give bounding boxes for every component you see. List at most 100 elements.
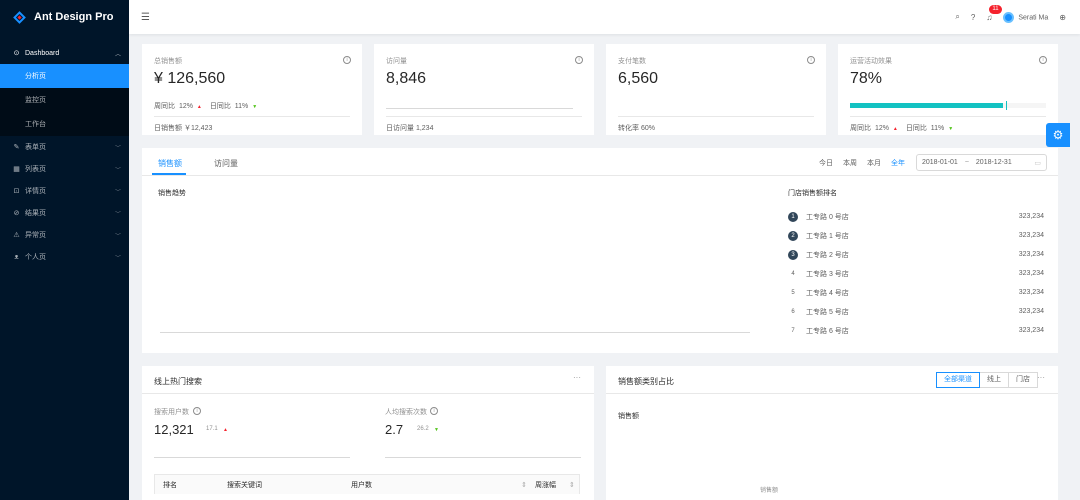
menu-fold-icon[interactable]: ☰ (141, 12, 150, 23)
trend-value: 12% (874, 125, 889, 132)
campaign-progress (850, 101, 1046, 110)
chevron-down-icon: ﹀ (114, 145, 121, 152)
chevron-down-icon: ﹀ (114, 211, 121, 218)
sidebar-item-list[interactable]: ▦ 列表页 ﹀ (0, 158, 129, 180)
sidebar-item-label: 详情页 (25, 188, 46, 195)
info-circle-icon[interactable]: i (343, 56, 351, 64)
gear-icon: ⚙ (1052, 128, 1064, 142)
divider (154, 116, 350, 117)
stat-value: ¥ 126,560 (154, 70, 226, 87)
chevron-up-icon: ︿ (114, 51, 121, 58)
search-users-mini-chart (154, 457, 350, 458)
search-table: 排名 搜索关键词 用户数 ⇕ 周涨幅 ⇕ (154, 474, 580, 494)
info-circle-icon[interactable]: i (1039, 56, 1047, 64)
warning-icon: ⚠ (13, 232, 20, 239)
sidebar-item-workplace[interactable]: 工作台 (0, 112, 129, 136)
search-icon[interactable]: ⌕ (955, 12, 959, 22)
range-today[interactable]: 今日 (819, 158, 833, 168)
form-icon: ✎ (13, 144, 20, 151)
calendar-icon: ▭ (1034, 159, 1041, 167)
sidebar: Ant Design Pro ⊙ Dashboard ︿ 分析页 监控页 工作台… (0, 0, 129, 500)
globe-icon[interactable]: ⊕ (1059, 13, 1066, 22)
store-name: 工专路 6 号店 (806, 327, 849, 335)
info-circle-icon[interactable]: i (807, 56, 815, 64)
user-menu[interactable]: Serati Ma (1003, 11, 1049, 23)
ellipsis-icon[interactable]: ··· (573, 373, 581, 382)
range-year[interactable]: 全年 (891, 158, 905, 168)
column-users[interactable]: 用户数 (343, 480, 447, 490)
sales-trend-title: 销售趋势 (158, 190, 186, 197)
radio-online[interactable]: 线上 (979, 372, 1009, 388)
trend-label: 周同比 (850, 125, 871, 132)
setting-drawer-button[interactable]: ⚙ (1046, 123, 1070, 147)
info-circle-icon[interactable]: i (430, 407, 438, 415)
progress-target-marker (1006, 101, 1007, 110)
dashboard-icon: ⊙ (13, 50, 20, 57)
campaign-card: 运营活动效果 i 78% 周同比 12% ▲ 日同比 11% ▼ (838, 44, 1058, 135)
dashboard-submenu: 分析页 监控页 工作台 (0, 64, 129, 136)
sales-trend-axis (160, 332, 750, 333)
date-range-picker[interactable]: 2018-01-01 ~ 2018-12-31 ▭ (916, 154, 1047, 171)
store-sales: 323,234 (1018, 327, 1044, 334)
question-circle-icon[interactable]: ? (971, 13, 975, 22)
per-user-search-value: 2.7 (385, 422, 404, 437)
sidebar-item-dashboard[interactable]: ⊙ Dashboard ︿ (0, 42, 129, 64)
date-end: 2018-12-31 (975, 159, 1012, 166)
range-week[interactable]: 本周 (843, 158, 857, 168)
stat-value: 8,846 (386, 70, 427, 87)
card-header: 销售额类别占比 全部渠道 线上 门店 ··· (606, 366, 1058, 394)
check-circle-icon: ⊘ (13, 210, 20, 217)
user-icon: ᴥ (14, 253, 19, 261)
tab-sales[interactable]: 销售额 (158, 158, 182, 169)
tab-visits[interactable]: 访问量 (214, 158, 238, 169)
trend-label: 日同比 (905, 125, 927, 132)
sort-icon[interactable]: ⇕ (561, 481, 575, 489)
sidebar-item-account[interactable]: ᴥ 个人页 ﹀ (0, 246, 129, 268)
hot-search-card: 线上热门搜索 ··· 搜索用户数 i 12,321 17.1 ▲ 人均搜索次数 … (142, 366, 594, 500)
list-item: 1 工专路 0 号店 323,234 (788, 207, 1044, 226)
store-sales: 323,234 (1018, 289, 1044, 296)
store-sales: 323,234 (1018, 213, 1044, 220)
store-sales: 323,234 (1018, 270, 1044, 277)
info-circle-icon[interactable]: i (575, 56, 583, 64)
sidebar-item-analysis[interactable]: 分析页 (0, 64, 129, 88)
rank-number: 1 (788, 211, 798, 222)
profile-icon: ⊡ (13, 188, 20, 195)
radio-stores[interactable]: 门店 (1008, 372, 1038, 388)
sidebar-item-form[interactable]: ✎ 表单页 ﹀ (0, 136, 129, 158)
stat-value: 78% (850, 70, 883, 87)
info-circle-icon[interactable]: i (193, 407, 201, 415)
stat-trend: 周同比 12% ▲ 日同比 11% ▼ (850, 123, 955, 133)
chevron-down-icon: ﹀ (114, 167, 121, 174)
range-links: 今日 本周 本月 全年 (819, 158, 905, 168)
sidebar-item-profile[interactable]: ⊡ 详情页 ﹀ (0, 180, 129, 202)
logo[interactable]: Ant Design Pro (0, 0, 129, 34)
caret-up-icon: ▲ (223, 427, 228, 433)
column-weekly-change[interactable]: 周涨幅 (527, 480, 561, 490)
trend-value: 11% (234, 103, 249, 110)
sidebar-item-label: Dashboard (25, 49, 60, 57)
ellipsis-icon[interactable]: ··· (1037, 373, 1045, 382)
sidebar-item-label: 表单页 (25, 144, 46, 151)
app-title: Ant Design Pro (34, 11, 114, 23)
store-rank-list: 1 工专路 0 号店 323,234 2 工专路 1 号店 323,234 3 工专路 2… (788, 207, 1044, 340)
date-start: 2018-01-01 (922, 159, 958, 166)
sidebar-item-label: 列表页 (25, 166, 46, 173)
sidebar-item-monitor[interactable]: 监控页 (0, 88, 129, 112)
stat-title: 运营活动效果 (850, 58, 892, 65)
total-sales-card: 总销售额 i ¥ 126,560 周同比 12% ▲ 日同比 11% ▼ 日销售… (142, 44, 362, 135)
pie-center-label: 销售额 (760, 488, 779, 494)
bell-icon[interactable]: ♫ 11 (986, 4, 1002, 22)
radio-all-channels[interactable]: 全部渠道 (936, 372, 980, 388)
sort-icon[interactable]: ⇕ (447, 481, 527, 489)
caret-up-icon: ▲ (892, 126, 898, 132)
sidebar-item-result[interactable]: ⊘ 结果页 ﹀ (0, 202, 129, 224)
caret-down-icon: ▼ (434, 427, 439, 433)
caret-down-icon: ▼ (948, 126, 954, 132)
store-name: 工专路 1 号店 (806, 232, 849, 240)
username: Serati Ma (1018, 13, 1049, 21)
range-month[interactable]: 本月 (867, 158, 881, 168)
card-title: 线上热门搜索 (154, 377, 202, 386)
list-item: 3 工专路 2 号店 323,234 (788, 245, 1044, 264)
sidebar-item-exception[interactable]: ⚠ 异常页 ﹀ (0, 224, 129, 246)
